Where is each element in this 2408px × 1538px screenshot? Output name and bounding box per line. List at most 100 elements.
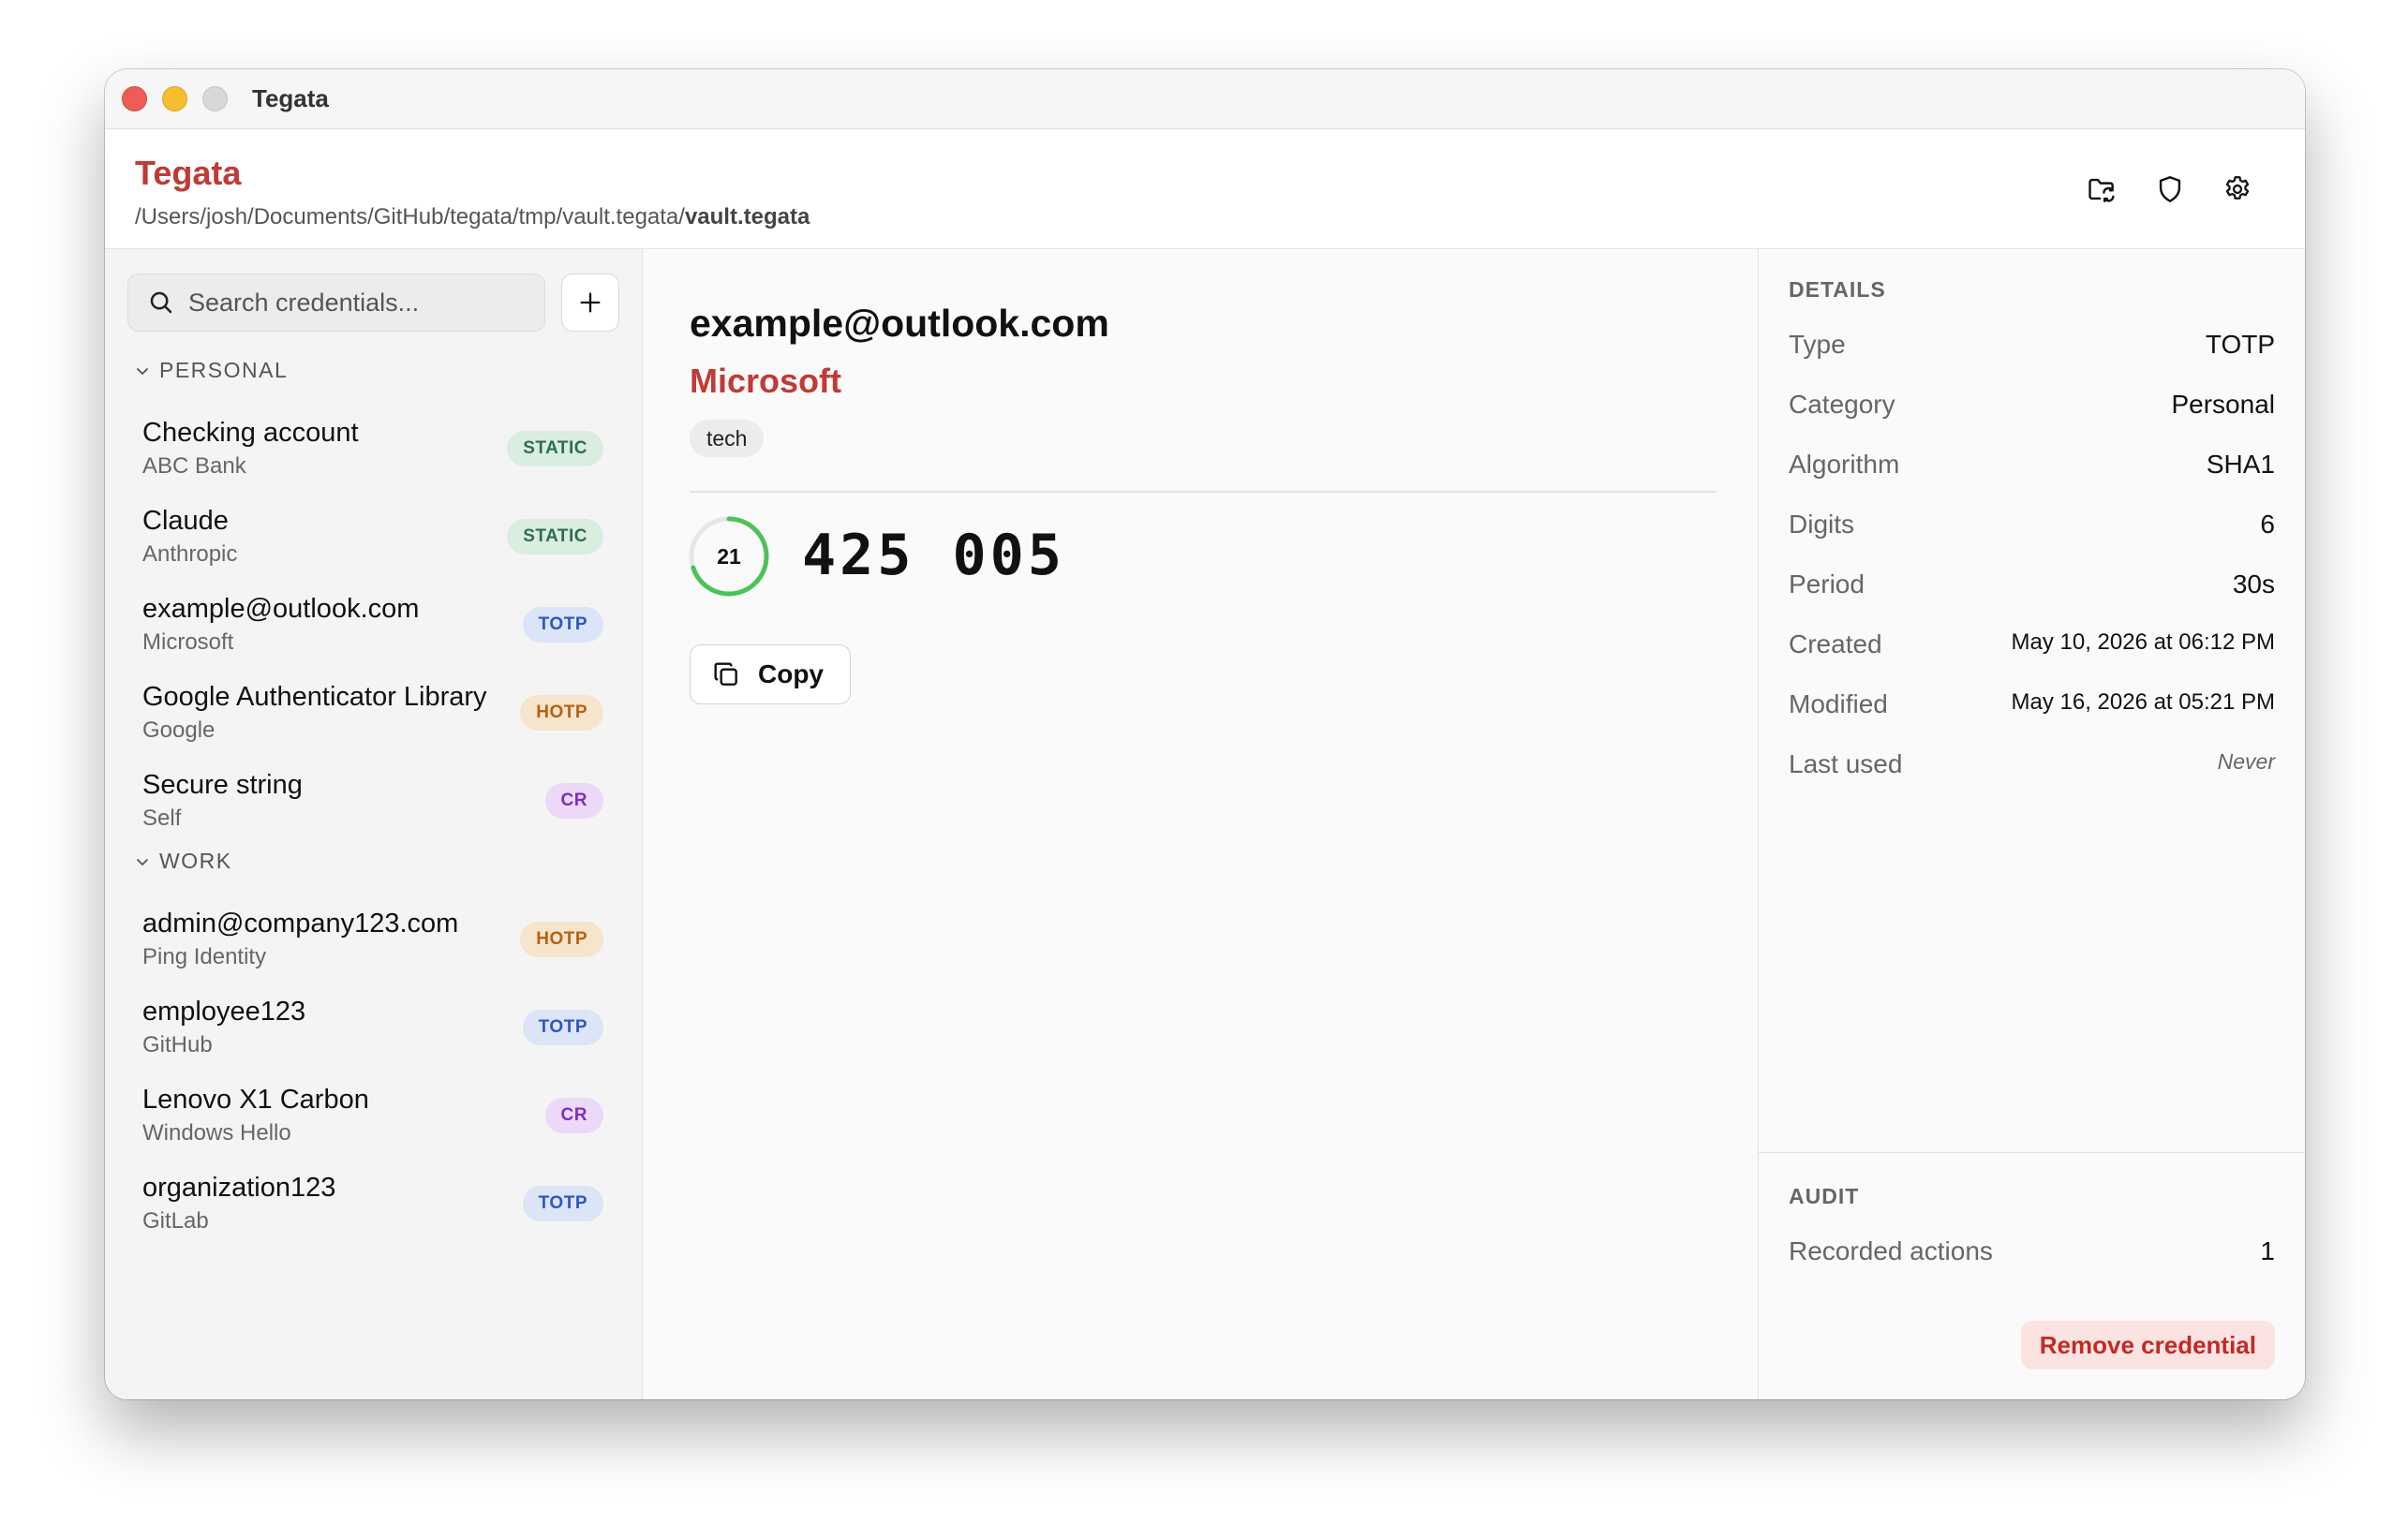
credential-detail: example@outlook.com Microsoft tech 21 42…	[643, 249, 1758, 1399]
window-title: Tegata	[252, 84, 329, 112]
group-header-personal[interactable]: PERSONAL	[135, 358, 288, 383]
credential-item[interactable]: Secure string Self CR	[105, 762, 643, 850]
search-input[interactable]	[188, 288, 526, 318]
credential-item-selected[interactable]: example@outlook.com Microsoft TOTP	[105, 586, 643, 674]
detail-label: Last used	[1789, 749, 1903, 778]
type-badge: CR	[544, 1098, 603, 1133]
detail-row-algorithm: Algorithm SHA1	[1789, 450, 2275, 496]
detail-label: Type	[1789, 330, 1846, 359]
credential-name: Claude	[142, 506, 229, 536]
credential-issuer: Self	[142, 806, 182, 831]
maximize-window-button[interactable]	[202, 86, 228, 111]
chevron-down-icon	[137, 858, 148, 865]
details-section-title: DETAILS	[1789, 277, 1886, 302]
tag-chip[interactable]: tech	[690, 420, 765, 457]
security-button[interactable]	[2151, 170, 2189, 208]
audit-section-title: AUDIT	[1789, 1184, 1860, 1208]
close-window-button[interactable]	[122, 86, 147, 111]
detail-row-type: Type TOTP	[1789, 330, 2275, 377]
credential-name: Google Authenticator Library	[142, 682, 487, 712]
minimize-window-button[interactable]	[162, 86, 187, 111]
type-badge: STATIC	[507, 519, 603, 555]
credential-item[interactable]: Checking account ABC Bank STATIC	[105, 410, 643, 498]
credential-item[interactable]: Claude Anthropic STATIC	[105, 498, 643, 586]
detail-label: Digits	[1789, 510, 1855, 539]
detail-value: SHA1	[2206, 450, 2275, 479]
type-badge: CR	[544, 783, 603, 819]
detail-label: Algorithm	[1789, 450, 1900, 479]
credential-name: employee123	[142, 997, 306, 1027]
audit-row: Recorded actions 1	[1789, 1236, 2275, 1283]
credential-name: Checking account	[142, 418, 359, 448]
credential-title: example@outlook.com	[690, 302, 1109, 345]
detail-row-period: Period 30s	[1789, 569, 2275, 616]
header-actions	[2084, 170, 2256, 208]
add-credential-button[interactable]	[561, 274, 619, 332]
group-label: PERSONAL	[159, 358, 289, 382]
app-header: Tegata /Users/josh/Documents/GitHub/tega…	[105, 129, 2305, 249]
detail-value: Personal	[2171, 390, 2275, 419]
gear-icon	[2225, 176, 2250, 200]
credential-name: Lenovo X1 Carbon	[142, 1085, 369, 1115]
detail-row-category: Category Personal	[1789, 390, 2275, 436]
credential-name: Secure string	[142, 770, 303, 800]
credential-issuer: GitLab	[142, 1208, 209, 1234]
vault-path-prefix: /Users/josh/Documents/GitHub/tegata/tmp/…	[135, 204, 685, 229]
credential-issuer: Google	[142, 717, 216, 743]
credential-issuer: ABC Bank	[142, 453, 246, 479]
credential-issuer: Anthropic	[142, 541, 238, 567]
credential-issuer: Ping Identity	[142, 944, 267, 969]
type-badge: TOTP	[522, 607, 603, 643]
detail-value: TOTP	[2205, 330, 2275, 359]
window-controls	[122, 86, 228, 111]
credential-issuer-heading: Microsoft	[690, 362, 841, 400]
credential-item[interactable]: Google Authenticator Library Google HOTP	[105, 674, 643, 762]
divider	[690, 491, 1717, 493]
copy-icon	[714, 662, 737, 686]
audit-value: 1	[2260, 1236, 2275, 1265]
group-header-work[interactable]: WORK	[135, 849, 232, 874]
switch-vault-button[interactable]	[2084, 170, 2121, 208]
credential-name: organization123	[142, 1173, 336, 1203]
details-panel: DETAILS Type TOTP Category Personal Algo…	[1758, 249, 2305, 1399]
app-window: Tegata Tegata /Users/josh/Documents/GitH…	[105, 69, 2305, 1399]
credential-issuer: GitHub	[142, 1032, 213, 1057]
detail-row-modified: Modified May 16, 2026 at 05:21 PM	[1789, 689, 2275, 736]
credential-name: example@outlook.com	[142, 594, 420, 624]
detail-label: Modified	[1789, 689, 1888, 718]
credential-item[interactable]: employee123 GitHub TOTP	[105, 989, 643, 1077]
detail-label: Category	[1789, 390, 1895, 419]
search-icon	[150, 291, 172, 314]
type-badge: TOTP	[522, 1186, 603, 1221]
detail-row-created: Created May 10, 2026 at 06:12 PM	[1789, 629, 2275, 676]
credential-issuer: Windows Hello	[142, 1120, 291, 1146]
copy-button[interactable]: Copy	[690, 644, 851, 704]
title-bar: Tegata	[105, 69, 2305, 129]
credential-item[interactable]: organization123 GitLab TOTP	[105, 1165, 643, 1253]
search-box[interactable]	[127, 274, 545, 332]
sidebar: PERSONAL Checking account ABC Bank STATI…	[105, 249, 643, 1399]
detail-label: Created	[1789, 629, 1882, 658]
app-name: Tegata	[135, 154, 242, 192]
settings-button[interactable]	[2219, 170, 2256, 208]
audit-divider	[1759, 1152, 2305, 1153]
remove-credential-button[interactable]: Remove credential	[2020, 1321, 2275, 1369]
credential-issuer: Microsoft	[142, 629, 234, 655]
vault-path-file: vault.tegata	[684, 204, 810, 229]
detail-value: 6	[2260, 510, 2275, 539]
vault-path: /Users/josh/Documents/GitHub/tegata/tmp/…	[135, 204, 810, 230]
group-label: WORK	[159, 849, 232, 873]
detail-row-last-used: Last used Never	[1789, 749, 2275, 796]
chevron-down-icon	[137, 367, 148, 375]
credential-item[interactable]: Lenovo X1 Carbon Windows Hello CR	[105, 1077, 643, 1165]
audit-label: Recorded actions	[1789, 1236, 1993, 1265]
detail-row-digits: Digits 6	[1789, 510, 2275, 556]
credential-item[interactable]: admin@company123.com Ping Identity HOTP	[105, 901, 643, 989]
detail-value: May 10, 2026 at 06:12 PM	[2011, 629, 2275, 655]
credential-name: admin@company123.com	[142, 909, 459, 939]
countdown-seconds: 21	[717, 543, 741, 569]
type-badge: HOTP	[520, 695, 603, 731]
detail-label: Period	[1789, 569, 1865, 599]
detail-value: May 16, 2026 at 05:21 PM	[2011, 689, 2275, 715]
otp-code[interactable]: 425 005	[802, 523, 1065, 588]
